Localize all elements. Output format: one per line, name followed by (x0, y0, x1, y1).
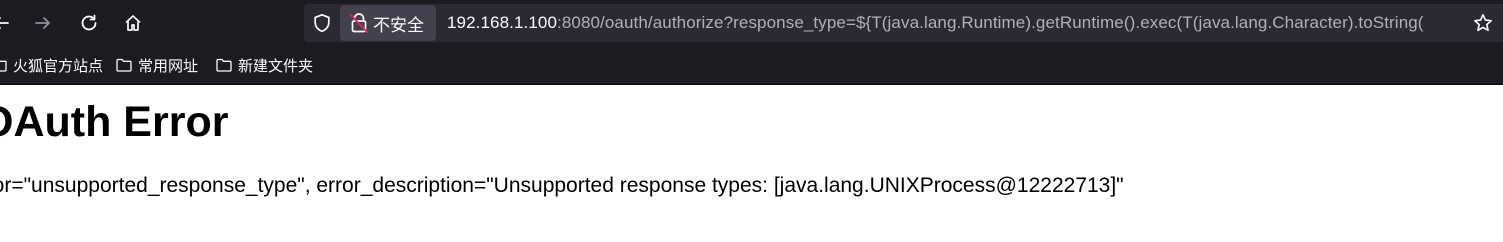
page-content: OAuth Error error="unsupported_response_… (0, 85, 1503, 242)
bookmark-label: 常用网址 (138, 56, 199, 75)
url-text[interactable]: 192.168.1.100:8080/oauth/authorize?respo… (447, 13, 1424, 33)
error-message: error="unsupported_response_type", error… (0, 174, 1124, 197)
bookmark-folder-common-sites[interactable]: 常用网址 (116, 55, 198, 75)
insecure-lock-icon (350, 13, 368, 33)
home-button[interactable] (118, 8, 148, 38)
home-icon (125, 15, 141, 31)
shield-icon[interactable] (312, 13, 332, 33)
folder-icon (0, 60, 7, 72)
bookmark-folder-new-folder[interactable]: 新建文件夹 (216, 55, 313, 75)
reload-icon (81, 14, 97, 31)
folder-icon (216, 58, 232, 72)
bookmark-label: 新建文件夹 (238, 56, 314, 75)
connection-not-secure-indicator[interactable]: 不安全 (340, 5, 436, 41)
back-button[interactable] (0, 8, 16, 38)
reload-button[interactable] (74, 8, 104, 38)
bookmark-label: 火狐官方站点 (13, 56, 104, 75)
url-path: :8080/oauth/authorize?response_type=${T(… (557, 13, 1424, 32)
browser-chrome: 不安全 192.168.1.100:8080/oauth/authorize?r… (0, 0, 1503, 85)
url-host: 192.168.1.100 (447, 13, 558, 32)
page-title: OAuth Error (0, 98, 229, 146)
forward-button[interactable] (28, 8, 58, 38)
bookmark-folder-firefox-sites[interactable]: 火狐官方站点 (0, 55, 103, 75)
bookmarks-toolbar: 火狐官方站点 常用网址 新建文件夹 (0, 46, 1503, 84)
navigation-toolbar: 不安全 192.168.1.100:8080/oauth/authorize?r… (0, 0, 1503, 46)
url-fade (1423, 4, 1463, 42)
forward-icon (35, 17, 50, 29)
bookmark-star-icon[interactable] (1473, 13, 1493, 33)
back-icon (0, 17, 9, 29)
security-label: 不安全 (373, 15, 424, 36)
address-bar[interactable]: 不安全 192.168.1.100:8080/oauth/authorize?r… (304, 4, 1503, 42)
folder-icon (116, 58, 132, 72)
